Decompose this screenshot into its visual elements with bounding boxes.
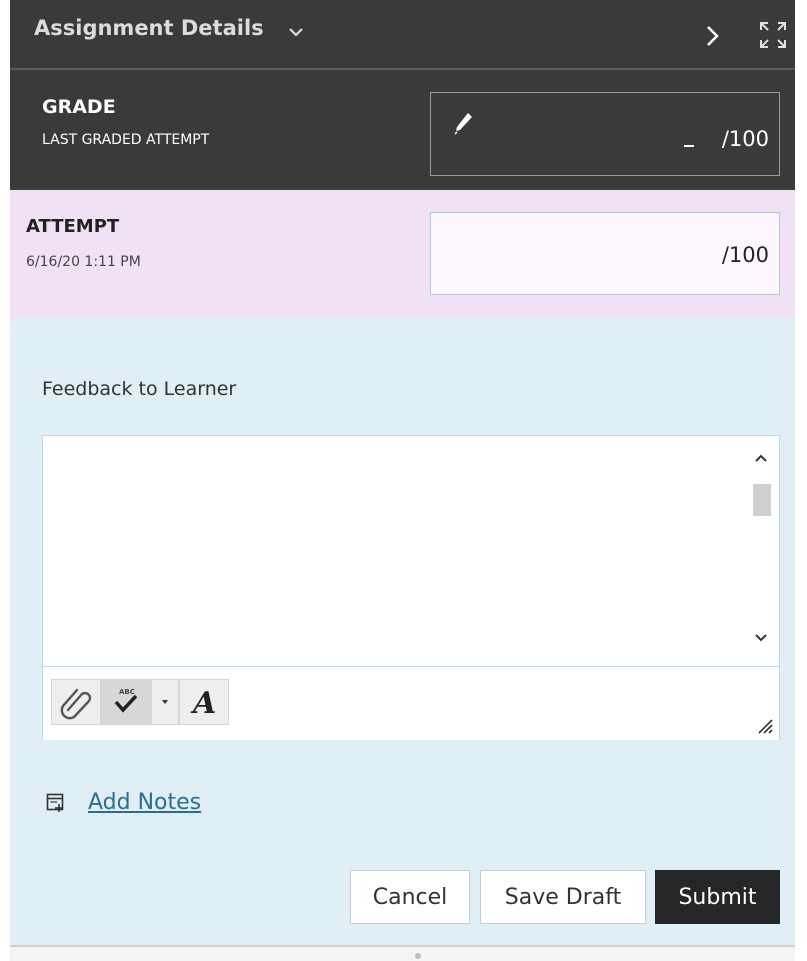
scroll-thumb[interactable]	[753, 484, 771, 516]
font-style-button[interactable]: A	[179, 679, 229, 725]
expand-icon[interactable]	[757, 19, 789, 51]
resize-grip-icon[interactable]	[753, 714, 773, 734]
feedback-label: Feedback to Learner	[42, 378, 237, 400]
footer-handle	[415, 953, 421, 959]
cancel-button[interactable]: Cancel	[350, 870, 470, 924]
grade-sublabel: LAST GRADED ATTEMPT	[42, 132, 210, 148]
grade-out-of: /100	[721, 127, 769, 151]
scroll-up-icon[interactable]	[751, 448, 771, 468]
paperclip-icon	[60, 688, 92, 720]
add-notes-icon[interactable]	[46, 793, 66, 813]
add-notes-link[interactable]: Add Notes	[88, 790, 201, 815]
attempt-label: ATTEMPT	[26, 216, 120, 237]
spellcheck-icon: ABC	[114, 688, 138, 713]
feedback-editor: ABC A	[42, 435, 780, 740]
chevron-right-icon[interactable]	[700, 22, 726, 50]
panel-header: Assignment Details	[10, 0, 795, 68]
editor-scrollbar[interactable]	[745, 436, 779, 666]
dropdown-arrow-icon	[162, 700, 168, 704]
attempt-grade-input[interactable]: /100	[430, 212, 780, 295]
attempt-section: ATTEMPT 6/16/20 1:11 PM /100	[10, 190, 795, 318]
submit-button[interactable]: Submit	[655, 870, 780, 924]
svg-text:A: A	[190, 686, 216, 721]
attach-button[interactable]	[51, 679, 101, 725]
grade-section: GRADE LAST GRADED ATTEMPT /100	[10, 70, 795, 190]
panel-footer	[10, 947, 795, 961]
save-draft-button[interactable]: Save Draft	[480, 870, 646, 924]
editor-toolbar: ABC A	[43, 666, 779, 740]
feedback-textarea[interactable]	[43, 436, 745, 666]
panel-title[interactable]: Assignment Details	[34, 16, 264, 40]
spellcheck-button[interactable]: ABC	[101, 679, 151, 725]
chevron-down-icon[interactable]	[285, 21, 307, 43]
grade-value-placeholder	[684, 145, 694, 147]
grade-label: GRADE	[42, 96, 116, 118]
font-icon: A	[190, 686, 216, 721]
scroll-down-icon[interactable]	[751, 628, 771, 648]
svg-text:ABC: ABC	[119, 688, 135, 696]
spellcheck-dropdown-button[interactable]	[151, 679, 179, 725]
attempt-out-of: /100	[721, 243, 769, 267]
attempt-date: 6/16/20 1:11 PM	[26, 254, 141, 270]
feedback-section: Feedback to Learner ABC A Add Notes Canc…	[10, 318, 795, 945]
pencil-icon[interactable]	[453, 110, 475, 136]
assignment-details-panel: Assignment Details GRADE LAST GRADED ATT…	[10, 0, 795, 961]
grade-input[interactable]: /100	[430, 92, 780, 176]
